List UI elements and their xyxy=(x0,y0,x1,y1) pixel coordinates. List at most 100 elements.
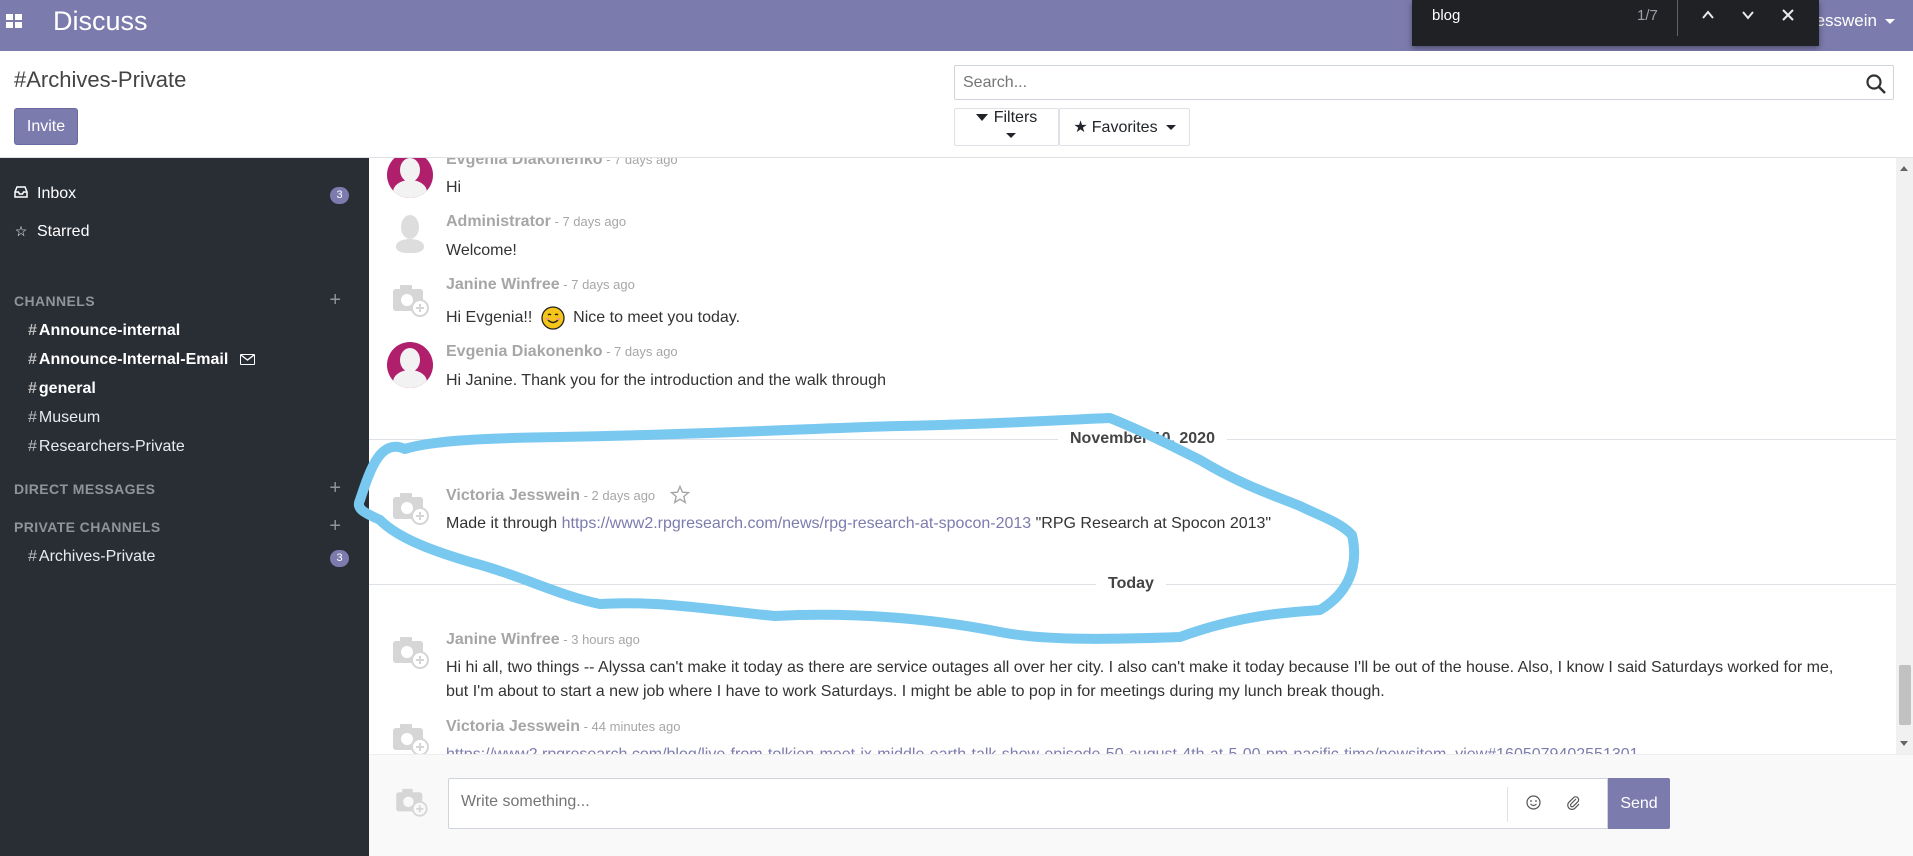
message-author[interactable]: Janine Winfree - 7 days ago xyxy=(446,276,635,294)
channel-name: Archives-Private xyxy=(38,548,156,565)
page-title: #Archives-Private xyxy=(14,67,187,92)
message-author[interactable]: Victoria Jesswein - 2 days ago xyxy=(446,487,655,505)
avatar[interactable] xyxy=(387,276,433,322)
find-divider xyxy=(1677,0,1678,36)
find-match-count: 1/7 xyxy=(1637,7,1658,24)
hash-icon: # xyxy=(28,351,37,368)
thread-scrollbar[interactable] xyxy=(1896,158,1913,754)
smiley-emoji-icon xyxy=(541,306,565,330)
channel-name: general xyxy=(38,380,96,397)
message-date: - 7 days ago xyxy=(550,214,627,229)
message-author[interactable]: Administrator - 7 days ago xyxy=(446,213,626,231)
sidebar-item-starred[interactable]: ☆ Starred xyxy=(13,223,90,241)
message-author[interactable]: Evgenia Diakonenko - 7 days ago xyxy=(446,343,678,361)
date-separator: November 10, 2020 xyxy=(1058,430,1227,448)
avatar[interactable] xyxy=(387,484,433,530)
channels-header[interactable]: CHANNELS xyxy=(14,293,95,309)
find-close-button[interactable] xyxy=(1774,4,1802,30)
avatar[interactable] xyxy=(387,158,433,198)
star-icon: ★ xyxy=(1073,119,1088,136)
emoji-icon[interactable] xyxy=(1526,795,1541,814)
control-panel: #Archives-Private Invite Filters ★Favori… xyxy=(0,51,1913,158)
send-button[interactable]: Send xyxy=(1608,778,1670,829)
filters-label: Filters xyxy=(993,109,1038,126)
invite-button[interactable]: Invite xyxy=(14,108,78,145)
hash-icon: # xyxy=(28,380,37,397)
date-separator: Today xyxy=(1096,575,1166,593)
message-body: Welcome! xyxy=(446,242,517,259)
scroll-up-icon[interactable] xyxy=(1900,166,1908,171)
message-author[interactable]: Evgenia Diakonenko - 7 days ago xyxy=(446,158,678,169)
avatar[interactable] xyxy=(387,342,433,388)
channel-name: Researchers-Private xyxy=(38,438,185,455)
find-input[interactable]: blog xyxy=(1432,7,1460,24)
search-input[interactable] xyxy=(955,66,1835,99)
add-private-channel-icon[interactable]: + xyxy=(329,516,341,536)
message-date: - 2 days ago xyxy=(580,488,656,503)
message-body: Made it through https://www2.rpgresearch… xyxy=(446,515,1272,532)
message-input[interactable] xyxy=(449,779,1509,828)
message-link[interactable]: https://www2.rpgresearch.com/blog/live-f… xyxy=(446,746,1639,754)
find-next-button[interactable] xyxy=(1734,4,1762,30)
star-outline-icon[interactable] xyxy=(670,485,690,505)
avatar[interactable] xyxy=(387,628,433,674)
message-date: - 7 days ago xyxy=(602,344,678,359)
paperclip-icon[interactable] xyxy=(1566,795,1581,814)
sidebar-item-archives-private[interactable]: # Archives-Private xyxy=(28,548,155,566)
sidebar-item-channel[interactable]: # Announce-internal xyxy=(28,322,180,340)
message-author[interactable]: Janine Winfree - 3 hours ago xyxy=(446,631,640,649)
sidebar-item-label: Inbox xyxy=(37,185,77,202)
inbox-counter-badge: 3 xyxy=(330,187,349,204)
chevron-up-icon xyxy=(1702,10,1714,19)
message-body: Hi Evgenia!! Nice to meet you today. xyxy=(446,306,740,330)
direct-messages-header[interactable]: DIRECT MESSAGES xyxy=(14,481,155,497)
scroll-down-icon[interactable] xyxy=(1900,741,1908,746)
search-bar xyxy=(954,65,1894,100)
favorites-label: Favorites xyxy=(1091,119,1158,136)
favorites-button[interactable]: ★ Favorites xyxy=(1059,108,1190,146)
private-channel-counter-badge: 3 xyxy=(330,550,349,567)
message-composer: Send xyxy=(369,754,1913,856)
sidebar-item-channel[interactable]: # Announce-Internal-Email xyxy=(28,351,256,369)
message-date: - 3 hours ago xyxy=(559,632,640,647)
filter-icon xyxy=(975,114,988,122)
message-author[interactable]: Victoria Jesswein - 44 minutes ago xyxy=(446,718,680,736)
channel-name: Museum xyxy=(38,409,101,426)
add-channel-icon[interactable]: + xyxy=(329,290,341,310)
sidebar-item-channel[interactable]: # Researchers-Private xyxy=(28,438,185,456)
filters-button[interactable]: Filters xyxy=(954,108,1059,146)
close-icon xyxy=(1782,9,1794,21)
sidebar-item-channel[interactable]: # Museum xyxy=(28,409,100,427)
message-thread[interactable]: Evgenia Diakonenko - 7 days ago Hi Admin… xyxy=(369,158,1896,754)
app-title: Discuss xyxy=(53,6,148,36)
find-previous-button[interactable] xyxy=(1694,4,1722,30)
private-channels-header[interactable]: PRIVATE CHANNELS xyxy=(14,519,161,535)
avatar[interactable] xyxy=(387,213,433,259)
chevron-down-icon xyxy=(1005,133,1016,139)
message-link[interactable]: https://www2.rpgresearch.com/news/rpg-re… xyxy=(562,515,1032,532)
sidebar-item-channel[interactable]: # general xyxy=(28,380,96,398)
chevron-down-icon xyxy=(1165,125,1176,131)
channel-name: Announce-Internal-Email xyxy=(38,351,229,368)
hash-icon: # xyxy=(28,438,37,455)
hash-icon: # xyxy=(28,548,37,565)
scrollbar-thumb[interactable] xyxy=(1899,665,1911,725)
message-body: Hi hi all, two things -- Alyssa can't ma… xyxy=(446,659,1834,700)
inbox-icon xyxy=(13,185,29,201)
sidebar: Inbox 3 ☆ Starred CHANNELS + # Announce-in… xyxy=(0,158,369,856)
envelope-icon xyxy=(240,354,256,366)
avatar[interactable] xyxy=(387,715,433,754)
message-body: Hi xyxy=(446,179,462,196)
sidebar-item-inbox[interactable]: Inbox xyxy=(13,185,76,203)
camera-placeholder-icon xyxy=(393,285,429,317)
search-icon[interactable] xyxy=(1865,73,1887,95)
camera-placeholder-icon xyxy=(393,493,429,525)
message-date: - 7 days ago xyxy=(559,277,635,292)
chevron-down-icon xyxy=(1885,19,1895,25)
browser-find-bar: blog 1/7 xyxy=(1412,0,1819,46)
apps-menu-icon[interactable] xyxy=(6,14,22,28)
sidebar-item-label: Starred xyxy=(37,223,90,240)
composer-box xyxy=(448,778,1608,829)
add-direct-message-icon[interactable]: + xyxy=(329,478,341,498)
message-body: Hi Janine. Thank you for the introductio… xyxy=(446,372,886,389)
